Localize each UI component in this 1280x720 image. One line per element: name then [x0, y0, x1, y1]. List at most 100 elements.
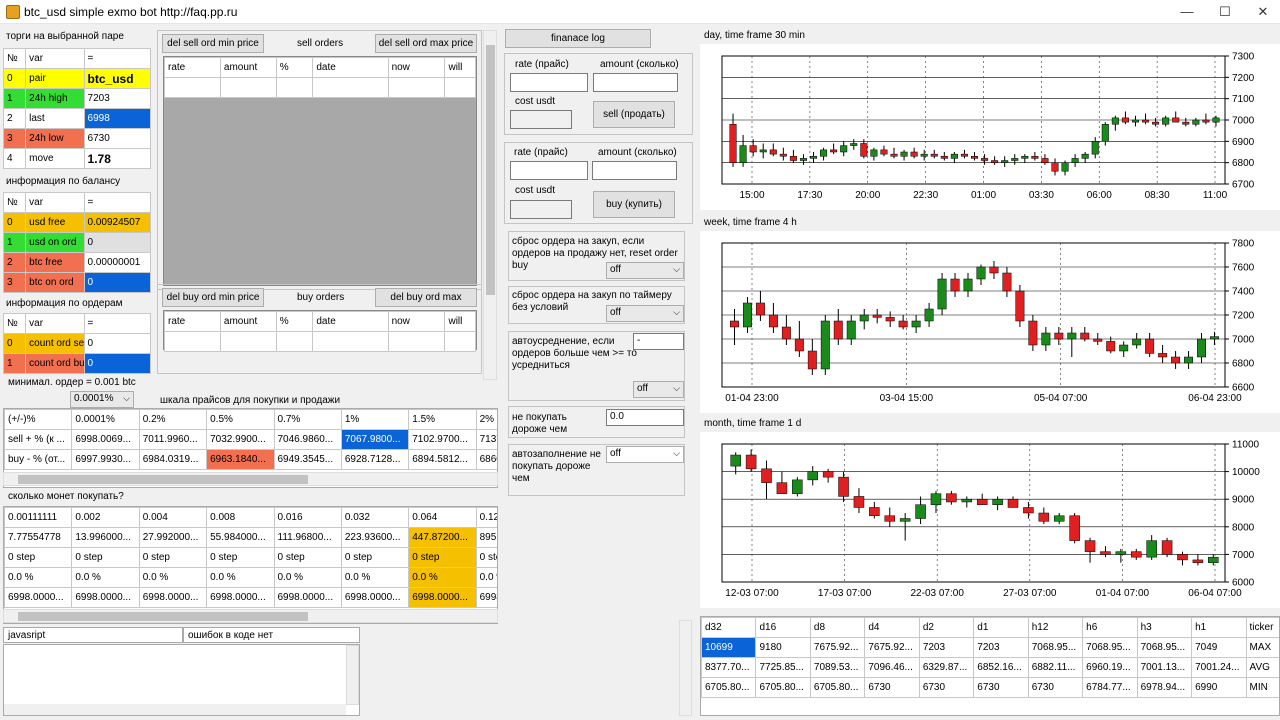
auto-average-select[interactable]: off ⌵	[633, 381, 684, 398]
balance-row[interactable]: 1 usd on ord 0	[2, 232, 152, 253]
del-sell-max-button[interactable]: del sell ord max price	[375, 34, 477, 53]
stats-cell[interactable]: 6730	[1027, 677, 1084, 698]
coins-cell[interactable]: 55.984000...	[206, 527, 275, 548]
scale-cell[interactable]: 1.5%	[408, 409, 477, 430]
reset-timer-select[interactable]: off ⌵	[606, 305, 684, 322]
coins-row[interactable]: 6998.0000... 6998.0000... 6998.0000... 6998…	[4, 587, 497, 608]
scale-cell[interactable]: buy - % (от...	[4, 449, 73, 470]
stats-cell[interactable]: 6784.77...	[1082, 677, 1138, 698]
coins-cell[interactable]: 27.992000...	[138, 527, 208, 548]
scale-cell[interactable]: 0.0001%	[71, 409, 140, 430]
autofill-select[interactable]: off ⌵	[606, 446, 684, 463]
coins-cell[interactable]: 0.016	[273, 507, 342, 528]
coins-cell[interactable]: 6998.0000...	[408, 587, 477, 608]
coins-cell[interactable]: 895.74	[475, 527, 497, 548]
no-buy-input[interactable]: 0.0	[606, 409, 684, 426]
coins-row[interactable]: 0 step 0 step 0 step 0 step 0 step 0 step 0 st…	[4, 547, 497, 568]
stats-cell[interactable]: 7068.95...	[1136, 637, 1193, 658]
stats-cell[interactable]: 7089.53...	[809, 657, 866, 678]
stats-cell[interactable]: 6705.80...	[755, 677, 811, 698]
del-sell-min-button[interactable]: del sell ord min price	[162, 34, 264, 53]
coins-cell[interactable]: 0.0 %	[4, 567, 73, 588]
scale-cell[interactable]: 6860.7	[475, 449, 497, 470]
coins-cell[interactable]: 0.00111111	[4, 507, 73, 528]
coins-cell[interactable]: 0 step	[340, 547, 410, 568]
coins-grid[interactable]: 0.00111111 0.002 0.004 0.008 0.016 0.032 0.064…	[3, 506, 498, 624]
stats-cell[interactable]: MIN	[1245, 677, 1279, 698]
stats-cell[interactable]: 7068.95...	[1082, 637, 1138, 658]
coins-cell[interactable]: 0.0 %	[340, 567, 410, 588]
coins-cell[interactable]: 0.0 %	[273, 567, 342, 588]
coins-row[interactable]: 0.0 %0.0 %0.0 %0.0 %0.0 %0.0 %0.0 %0.0 %	[4, 567, 497, 588]
stats-cell[interactable]: 6960.19...	[1082, 657, 1138, 678]
stats-cell[interactable]: 7001.24...	[1191, 657, 1247, 678]
pair-row[interactable]: 2 last 6998	[2, 108, 152, 129]
scale-cell[interactable]: 6963.1840...	[206, 449, 275, 470]
coins-cell[interactable]: 223.93600...	[340, 527, 410, 548]
stats-cell[interactable]: 6730	[973, 677, 1029, 698]
coins-cell[interactable]: 0.064	[408, 507, 477, 528]
coins-cell[interactable]: 0.004	[138, 507, 208, 528]
coins-cell[interactable]: 6998.0000...	[273, 587, 342, 608]
coins-cell[interactable]: 0.0 %	[475, 567, 497, 588]
stats-cell[interactable]: 6730	[918, 677, 975, 698]
sell-amount-input[interactable]	[593, 73, 678, 92]
scale-cell[interactable]: 7032.9900...	[206, 429, 275, 450]
stats-cell[interactable]: 7001.13...	[1136, 657, 1193, 678]
coins-cell[interactable]: 7.77554778	[4, 527, 73, 548]
buy-rate-input[interactable]	[510, 161, 588, 180]
orders-vertical-scrollbar[interactable]	[483, 30, 497, 380]
scale-cell[interactable]: 6894.5812...	[408, 449, 477, 470]
sell-button[interactable]: sell (продать)	[593, 101, 675, 128]
stats-cell[interactable]: 6705.80...	[701, 677, 757, 698]
coins-cell[interactable]: 13.996000...	[71, 527, 140, 548]
coins-cell[interactable]: 6998.0000...	[71, 587, 140, 608]
coins-cell[interactable]: 0 step	[475, 547, 497, 568]
coins-cell[interactable]: 0.0 %	[71, 567, 140, 588]
orders-row[interactable]: 1 count ord buy 0	[2, 353, 152, 374]
balance-row[interactable]: 2 btc free 0.00000001	[2, 252, 152, 273]
scale-cell[interactable]: (+/-)%	[4, 409, 73, 430]
coins-row[interactable]: 0.00111111 0.002 0.004 0.008 0.016 0.032 0.064…	[4, 507, 497, 528]
auto-average-input[interactable]: -	[633, 333, 684, 350]
js-horizontal-scrollbar[interactable]	[4, 704, 346, 715]
javascript-tab[interactable]: javasript	[3, 627, 183, 643]
stats-cell[interactable]: 10699	[701, 637, 757, 658]
stats-grid[interactable]: d32 d16 d8 d4 d2 d1 h12 h6 h3 h1 ticker 10699 9180 76…	[700, 616, 1280, 716]
sell-orders-grid[interactable]: rate amount% date now will	[163, 56, 477, 286]
scale-cell[interactable]: 6997.9930...	[71, 449, 140, 470]
coins-cell[interactable]: 0.008	[206, 507, 275, 528]
stats-cell[interactable]: 7068.95...	[1027, 637, 1084, 658]
stats-cell[interactable]: 6329.87...	[918, 657, 975, 678]
close-button[interactable]: ✕	[1240, 0, 1280, 24]
scale-cell[interactable]: 6998.0069...	[71, 429, 140, 450]
balance-row[interactable]: 0 usd free 0.00924507	[2, 212, 152, 233]
coins-cell[interactable]: 0.002	[71, 507, 140, 528]
buy-button[interactable]: buy (купить)	[593, 191, 675, 218]
stats-cell[interactable]: 7675.92...	[864, 637, 920, 658]
stats-cell[interactable]: AVG	[1245, 657, 1279, 678]
buy-orders-empty-row[interactable]	[164, 331, 476, 352]
step-percent-select[interactable]: 0.0001% ⌵	[70, 391, 134, 408]
finance-log-button[interactable]: finanace log	[505, 29, 651, 48]
stats-cell[interactable]: 7725.85...	[755, 657, 811, 678]
scale-cell[interactable]: 0.7%	[273, 409, 342, 430]
scale-cell[interactable]: 7046.9860...	[273, 429, 342, 450]
reset-order-select[interactable]: off ⌵	[606, 262, 684, 279]
stats-row[interactable]: 10699 9180 7675.92... 7675.92... 7203 7203 706…	[701, 637, 1279, 658]
coins-cell[interactable]: 6998.0000...	[206, 587, 275, 608]
buy-amount-input[interactable]	[592, 161, 677, 180]
pair-row[interactable]: 1 24h high 7203	[2, 88, 152, 109]
stats-cell[interactable]: 6990	[1191, 677, 1247, 698]
coins-cell[interactable]: 6998.0	[475, 587, 497, 608]
scale-cell[interactable]: sell + % (к ...	[4, 429, 73, 450]
coins-scrollbar[interactable]	[3, 609, 498, 623]
scale-cell[interactable]: 7067.9800...	[340, 429, 410, 450]
coins-cell[interactable]: 0.128	[475, 507, 497, 528]
price-scale-scrollbar[interactable]	[3, 472, 498, 486]
stats-cell[interactable]: 9180	[755, 637, 811, 658]
scale-header-row[interactable]: (+/-)% 0.0001% 0.2% 0.5% 0.7% 1% 1.5% 2%	[4, 409, 497, 430]
coins-cell[interactable]: 0 step	[71, 547, 140, 568]
form-vertical-scrollbar[interactable]	[679, 620, 692, 716]
scale-cell[interactable]: 7137.9	[475, 429, 497, 450]
